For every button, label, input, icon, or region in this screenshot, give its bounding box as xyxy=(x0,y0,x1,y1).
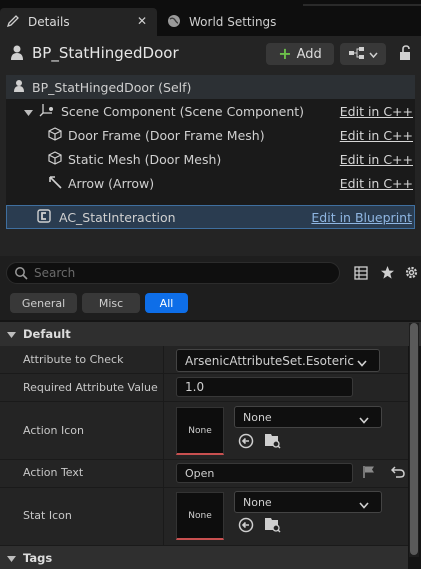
star-icon[interactable] xyxy=(380,265,395,283)
search-placeholder: Search xyxy=(34,266,76,280)
tab-details[interactable]: Details ✕ xyxy=(0,8,157,36)
static-mesh-icon xyxy=(48,126,62,144)
close-icon[interactable]: ✕ xyxy=(137,14,147,28)
stat-icon-thumbnail[interactable]: None xyxy=(176,492,224,540)
filter-general[interactable]: General xyxy=(10,293,77,313)
blueprint-actor-icon xyxy=(8,44,26,65)
action-icon-thumbnail[interactable]: None xyxy=(176,407,224,455)
combo-value: None xyxy=(243,495,272,509)
section-default[interactable]: Default xyxy=(0,322,421,346)
property-label: Stat Icon xyxy=(23,509,72,522)
chevron-down-icon xyxy=(368,47,378,61)
edit-in-blueprint-link[interactable]: Edit in Blueprint xyxy=(311,210,412,225)
use-selected-icon[interactable] xyxy=(238,517,254,536)
component-label: Static Mesh (Door Mesh) xyxy=(68,151,222,167)
pencil-icon xyxy=(6,14,22,31)
property-label: Required Attribute Value xyxy=(23,381,158,394)
edit-in-cpp-link[interactable]: Edit in C++ xyxy=(340,152,413,167)
globe-icon xyxy=(167,14,185,31)
action-text-value: Open xyxy=(185,466,215,480)
component-row-selected[interactable]: AC_StatInteraction Edit in Blueprint xyxy=(6,205,415,229)
scene-component-icon xyxy=(39,103,55,120)
component-label: Arrow (Arrow) xyxy=(68,175,155,191)
search-icon xyxy=(14,266,28,283)
static-mesh-icon xyxy=(48,150,62,168)
component-self-label: BP_StatHingedDoor (Self) xyxy=(32,79,192,95)
collapse-arrow-icon xyxy=(7,327,16,341)
property-label: Action Icon xyxy=(23,424,84,437)
edit-in-cpp-link[interactable]: Edit in C++ xyxy=(340,128,413,143)
add-component-button[interactable]: + Add xyxy=(266,43,334,65)
component-label: Door Frame (Door Frame Mesh) xyxy=(68,127,265,143)
arrow-icon xyxy=(48,175,62,192)
section-default-label: Default xyxy=(23,327,71,341)
tab-details-label: Details xyxy=(28,15,70,29)
lock-icon[interactable] xyxy=(399,45,413,64)
required-value: 1.0 xyxy=(185,380,205,394)
reset-to-default-icon[interactable] xyxy=(390,466,405,481)
edit-in-cpp-link[interactable]: Edit in C++ xyxy=(340,176,413,191)
chevron-down-icon xyxy=(357,357,367,370)
chevron-down-icon xyxy=(359,414,369,427)
filter-misc[interactable]: Misc xyxy=(82,293,140,313)
browse-asset-icon[interactable] xyxy=(264,432,281,452)
collapse-arrow-icon xyxy=(7,551,16,565)
component-row[interactable]: Door Frame (Door Frame Mesh) Edit in C++ xyxy=(6,123,415,147)
flag-icon[interactable] xyxy=(362,465,376,482)
edit-in-cpp-link[interactable]: Edit in C++ xyxy=(340,104,413,119)
expand-arrow-icon[interactable] xyxy=(24,104,33,119)
search-input[interactable]: Search xyxy=(6,262,340,284)
actor-component-icon xyxy=(37,208,51,226)
blueprint-options-button[interactable] xyxy=(340,43,386,65)
section-tags[interactable]: Tags xyxy=(0,546,408,569)
component-row[interactable]: Static Mesh (Door Mesh) Edit in C++ xyxy=(6,147,415,171)
thumbnail-label: None xyxy=(188,510,212,521)
tab-world-settings[interactable]: World Settings xyxy=(163,8,303,36)
action-icon-combo[interactable]: None xyxy=(234,406,382,428)
actor-icon xyxy=(12,79,26,96)
use-selected-icon[interactable] xyxy=(238,433,254,452)
browse-asset-icon[interactable] xyxy=(264,516,281,536)
action-text-input[interactable]: Open xyxy=(176,463,353,483)
component-label: Scene Component (Scene Component) xyxy=(61,103,305,119)
attribute-combo[interactable]: ArsenicAttributeSet.Esoteric xyxy=(176,349,380,372)
gear-icon[interactable] xyxy=(404,265,419,283)
add-label: Add xyxy=(296,46,322,62)
filter-all[interactable]: All xyxy=(145,293,188,313)
scrollbar-thumb[interactable] xyxy=(410,323,418,555)
stat-icon-combo[interactable]: None xyxy=(234,491,382,513)
component-self-row[interactable]: BP_StatHingedDoor (Self) xyxy=(6,75,415,99)
component-label: AC_StatInteraction xyxy=(59,209,176,225)
required-value-input[interactable]: 1.0 xyxy=(176,377,353,397)
section-tags-label: Tags xyxy=(23,550,53,565)
hierarchy-icon xyxy=(348,46,365,62)
component-row[interactable]: Scene Component (Scene Component) Edit i… xyxy=(6,99,415,123)
table-view-icon[interactable] xyxy=(354,266,368,283)
thumbnail-label: None xyxy=(188,425,212,436)
combo-value: None xyxy=(243,410,272,424)
attribute-value: ArsenicAttributeSet.Esoteric xyxy=(185,353,354,368)
tab-world-settings-label: World Settings xyxy=(189,15,277,29)
plus-icon: + xyxy=(278,44,292,63)
property-label: Action Text xyxy=(23,466,84,479)
component-row[interactable]: Arrow (Arrow) Edit in C++ xyxy=(6,171,415,195)
property-label: Attribute to Check xyxy=(23,353,124,366)
chevron-down-icon xyxy=(359,499,369,512)
page-title: BP_StatHingedDoor xyxy=(32,44,179,62)
tab-strip-line xyxy=(303,4,421,6)
